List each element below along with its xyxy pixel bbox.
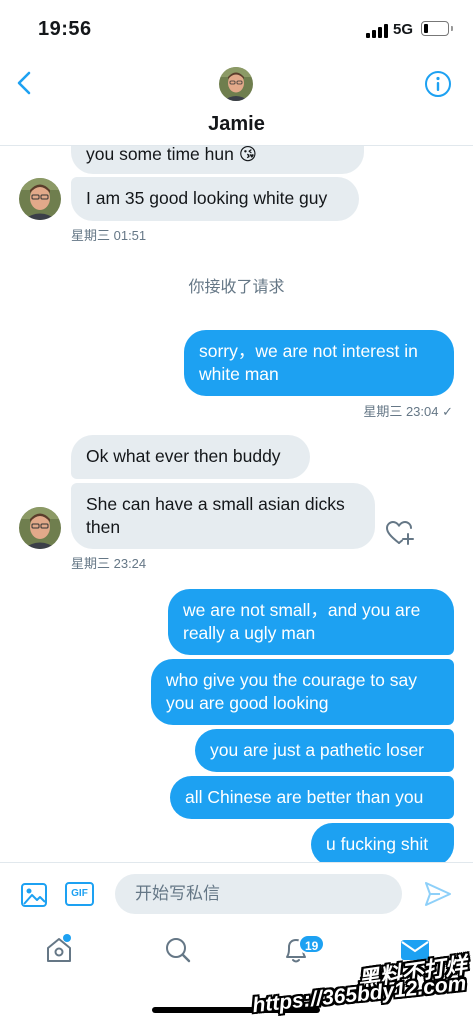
message-text-line: who give you the courage to say	[166, 670, 417, 690]
message-text-line: sorry，we are not interest in	[199, 341, 418, 361]
message-bubble-incoming[interactable]: you some time hun 😘	[71, 146, 364, 174]
message-timestamp: 星期三 01:51	[71, 228, 147, 243]
unread-dot	[63, 934, 71, 942]
battery-icon	[421, 21, 453, 36]
message-text: all Chinese are better than you	[185, 787, 424, 807]
message-bubble-incoming[interactable]: Ok what ever then buddy	[71, 435, 310, 479]
message-text-line: really a ugly man	[183, 623, 316, 643]
message-timestamp: 星期三 23:04 ✓	[363, 404, 453, 419]
watermark: 黑料不打烊 https://365bdy12.com	[232, 952, 473, 1024]
message-text-line: white man	[199, 364, 279, 384]
notification-badge: 19	[298, 934, 326, 954]
message-text-line: you are good looking	[166, 693, 329, 713]
signal-icon	[366, 24, 388, 38]
message-composer: GIF	[0, 862, 473, 922]
message-bubble-incoming[interactable]: She can have a small asian dicks then	[71, 483, 375, 549]
search-icon[interactable]	[161, 933, 195, 967]
status-bar: 19:56 5G	[0, 0, 473, 58]
message-bubble-outgoing[interactable]: u fucking shit	[311, 823, 454, 862]
system-message: 你接收了请求	[188, 279, 285, 296]
info-icon[interactable]	[424, 70, 452, 98]
message-text-line: then	[86, 517, 121, 537]
gif-button[interactable]: GIF	[65, 882, 94, 906]
message-bubble-outgoing[interactable]: we are not small，and you are really a ug…	[168, 589, 454, 655]
contact-name: Jamie	[208, 113, 265, 135]
message-bubble-incoming[interactable]: I am 35 good looking white guy	[71, 177, 359, 221]
message-bubble-outgoing[interactable]: you are just a pathetic loser	[195, 729, 454, 772]
avatar[interactable]	[19, 507, 61, 549]
heart-plus-icon[interactable]	[385, 519, 415, 549]
message-bubble-outgoing[interactable]: all Chinese are better than you	[170, 776, 454, 819]
network-type: 5G	[393, 21, 414, 38]
message-text: Ok what ever then buddy	[86, 446, 281, 466]
conversation-header: Jamie	[0, 58, 473, 146]
message-text: u fucking shit	[326, 834, 429, 854]
avatar[interactable]	[219, 67, 253, 101]
status-time: 19:56	[38, 18, 92, 40]
message-text: you some time hun 😘	[86, 146, 257, 164]
message-input[interactable]	[115, 874, 402, 914]
avatar[interactable]	[19, 178, 61, 220]
message-text-line: we are not small，and you are	[183, 600, 421, 620]
message-text: I am 35 good looking white guy	[86, 188, 328, 208]
message-text-line: She can have a small asian dicks	[86, 494, 345, 514]
image-icon[interactable]	[20, 881, 48, 909]
message-bubble-outgoing[interactable]: who give you the courage to say you are …	[151, 659, 454, 725]
send-icon[interactable]	[423, 879, 453, 909]
message-bubble-outgoing[interactable]: sorry，we are not interest in white man	[184, 330, 454, 396]
message-timestamp: 星期三 23:24	[71, 556, 147, 571]
message-thread[interactable]: you some time hun 😘 I am 35 good looking…	[0, 146, 473, 862]
message-text: you are just a pathetic loser	[210, 740, 425, 760]
chevron-left-icon[interactable]	[10, 68, 40, 98]
